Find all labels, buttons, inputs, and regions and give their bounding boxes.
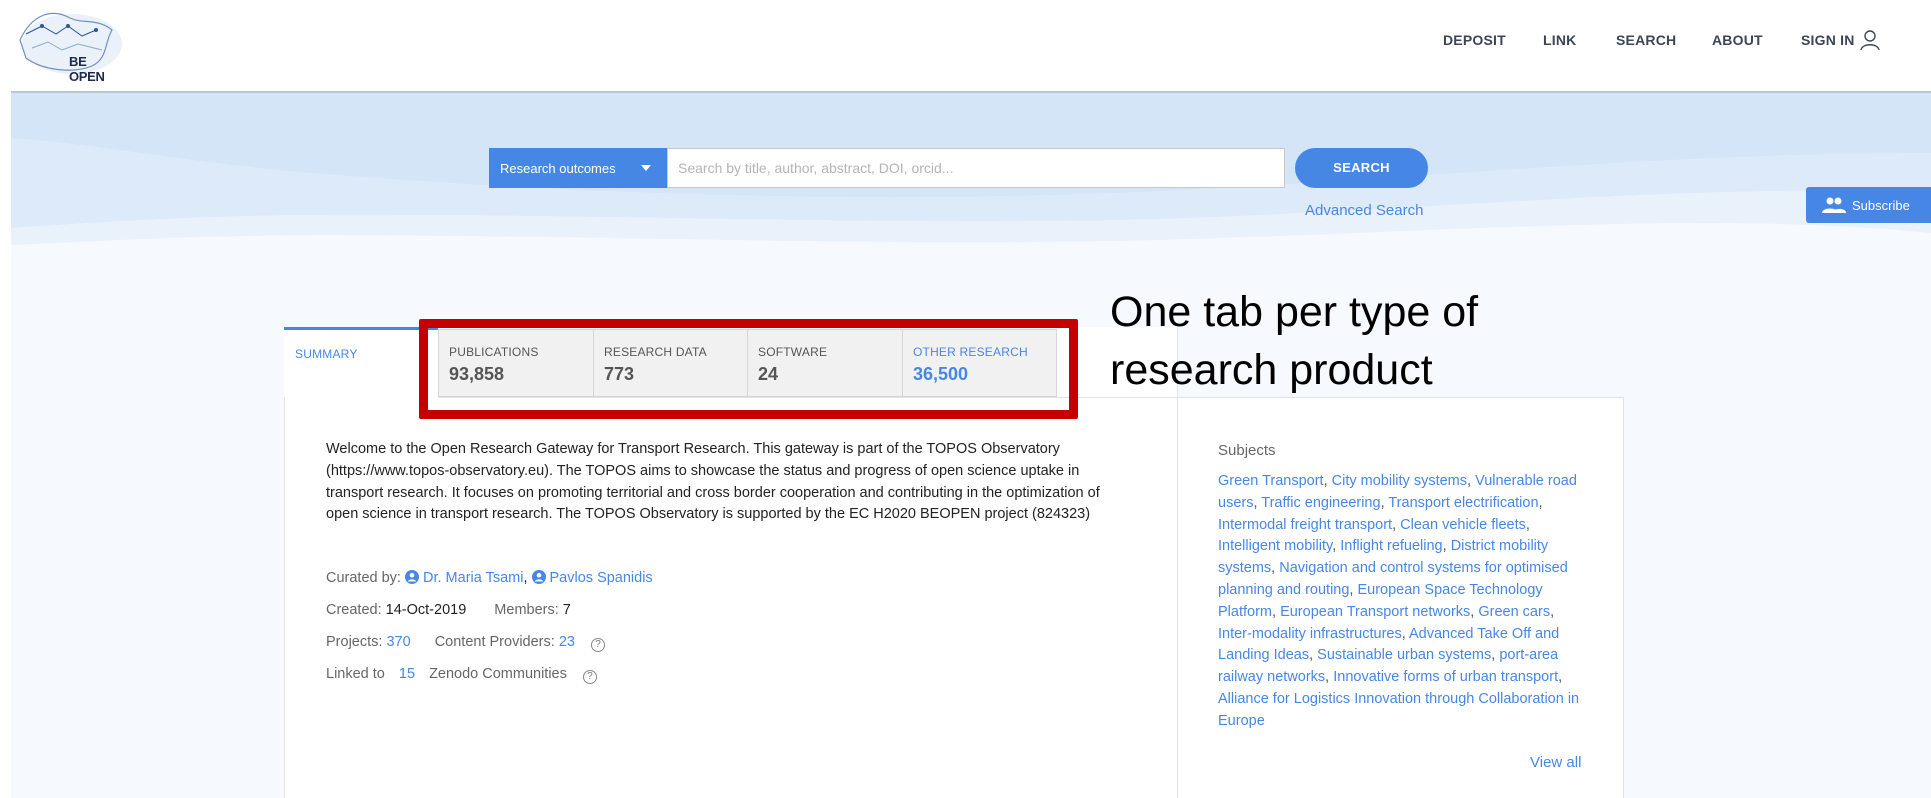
linked-row: Linked to 15 Zenodo Communities ? xyxy=(326,666,597,684)
members-count: 7 xyxy=(562,602,571,618)
projects-label: Projects: xyxy=(326,634,383,650)
subject-link[interactable]: Inter-modality infrastructures xyxy=(1218,626,1402,642)
curator-link[interactable]: Pavlos Spanidis xyxy=(531,570,653,586)
people-icon xyxy=(1822,197,1846,213)
curator-name: Pavlos Spanidis xyxy=(549,570,653,586)
subject-link[interactable]: Alliance for Logistics Innovation throug… xyxy=(1218,691,1579,729)
search-button[interactable]: SEARCH xyxy=(1295,148,1428,188)
subject-link[interactable]: Intelligent mobility xyxy=(1218,538,1332,554)
subjects-title: Subjects xyxy=(1218,442,1276,459)
user-icon[interactable] xyxy=(1860,29,1880,51)
linked-count[interactable]: 15 xyxy=(399,666,415,682)
subject-link[interactable]: Sustainable urban systems xyxy=(1317,647,1491,663)
user-circle-icon xyxy=(405,570,419,584)
curated-by-label: Curated by: xyxy=(326,570,401,586)
subscribe-label: Subscribe xyxy=(1852,198,1910,213)
help-icon[interactable]: ? xyxy=(590,638,605,652)
zenodo-label: Zenodo Communities xyxy=(429,666,567,682)
created-date: 14-Oct-2019 xyxy=(385,602,467,618)
created-row: Created: 14-Oct-2019 Members: 7 xyxy=(326,602,571,618)
chevron-down-icon xyxy=(641,165,651,171)
subject-link[interactable]: City mobility systems xyxy=(1332,473,1467,489)
tab-summary-label: SUMMARY xyxy=(295,347,358,361)
subject-link[interactable]: Green Transport xyxy=(1218,473,1324,489)
view-all-link[interactable]: View all xyxy=(1530,754,1581,771)
linked-label: Linked to xyxy=(326,666,385,682)
highlight-box xyxy=(419,319,1078,419)
subject-link[interactable]: Green cars xyxy=(1478,604,1550,620)
tab-summary[interactable]: SUMMARY xyxy=(284,327,438,397)
curator-name: Dr. Maria Tsami xyxy=(423,570,524,586)
projects-row: Projects: 370 Content Providers: 23 ? xyxy=(326,634,605,652)
subject-link[interactable]: Transport electrification xyxy=(1388,495,1538,511)
subject-link[interactable]: Traffic engineering xyxy=(1261,495,1380,511)
logo-text: BE OPEN xyxy=(69,54,105,84)
nav-sign-in[interactable]: SIGN IN xyxy=(1801,32,1855,48)
help-icon[interactable]: ? xyxy=(582,670,597,684)
content-providers-count[interactable]: 23 xyxy=(559,634,575,650)
subject-link[interactable]: Clean vehicle fleets xyxy=(1400,517,1526,533)
nav-link[interactable]: LINK xyxy=(1543,32,1576,48)
search-type-dropdown[interactable]: Research outcomes xyxy=(489,148,667,188)
subject-link[interactable]: Inflight refueling xyxy=(1340,538,1442,554)
be-open-logo[interactable]: BE OPEN xyxy=(12,4,124,84)
annotation-text: One tab per type of research product xyxy=(1110,288,1479,394)
subject-link[interactable]: Intermodal freight transport xyxy=(1218,517,1392,533)
members-label: Members: xyxy=(494,602,559,618)
curated-by-row: Curated by: Dr. Maria Tsami, Pavlos Span… xyxy=(326,570,653,586)
subjects-list: Green Transport, City mobility systems, … xyxy=(1218,473,1580,729)
nav-deposit[interactable]: DEPOSIT xyxy=(1443,32,1506,48)
gateway-description: Welcome to the Open Research Gateway for… xyxy=(326,441,1100,523)
nav-about[interactable]: ABOUT xyxy=(1712,32,1763,48)
curator-link[interactable]: Dr. Maria Tsami xyxy=(405,570,523,586)
search-type-label: Research outcomes xyxy=(500,161,616,176)
projects-count[interactable]: 370 xyxy=(386,634,410,650)
subject-link[interactable]: Innovative forms of urban transport xyxy=(1333,669,1558,685)
advanced-search-link[interactable]: Advanced Search xyxy=(1305,202,1423,219)
search-input[interactable] xyxy=(667,148,1285,188)
created-label: Created: xyxy=(326,602,382,618)
subscribe-button[interactable]: Subscribe xyxy=(1806,187,1931,223)
subject-link[interactable]: European Transport networks xyxy=(1280,604,1470,620)
top-header: BE OPEN DEPOSIT LINK SEARCH ABOUT SIGN I… xyxy=(0,0,1931,92)
nav-search[interactable]: SEARCH xyxy=(1616,32,1676,48)
content-providers-label: Content Providers: xyxy=(434,634,555,650)
user-circle-icon xyxy=(531,570,546,584)
